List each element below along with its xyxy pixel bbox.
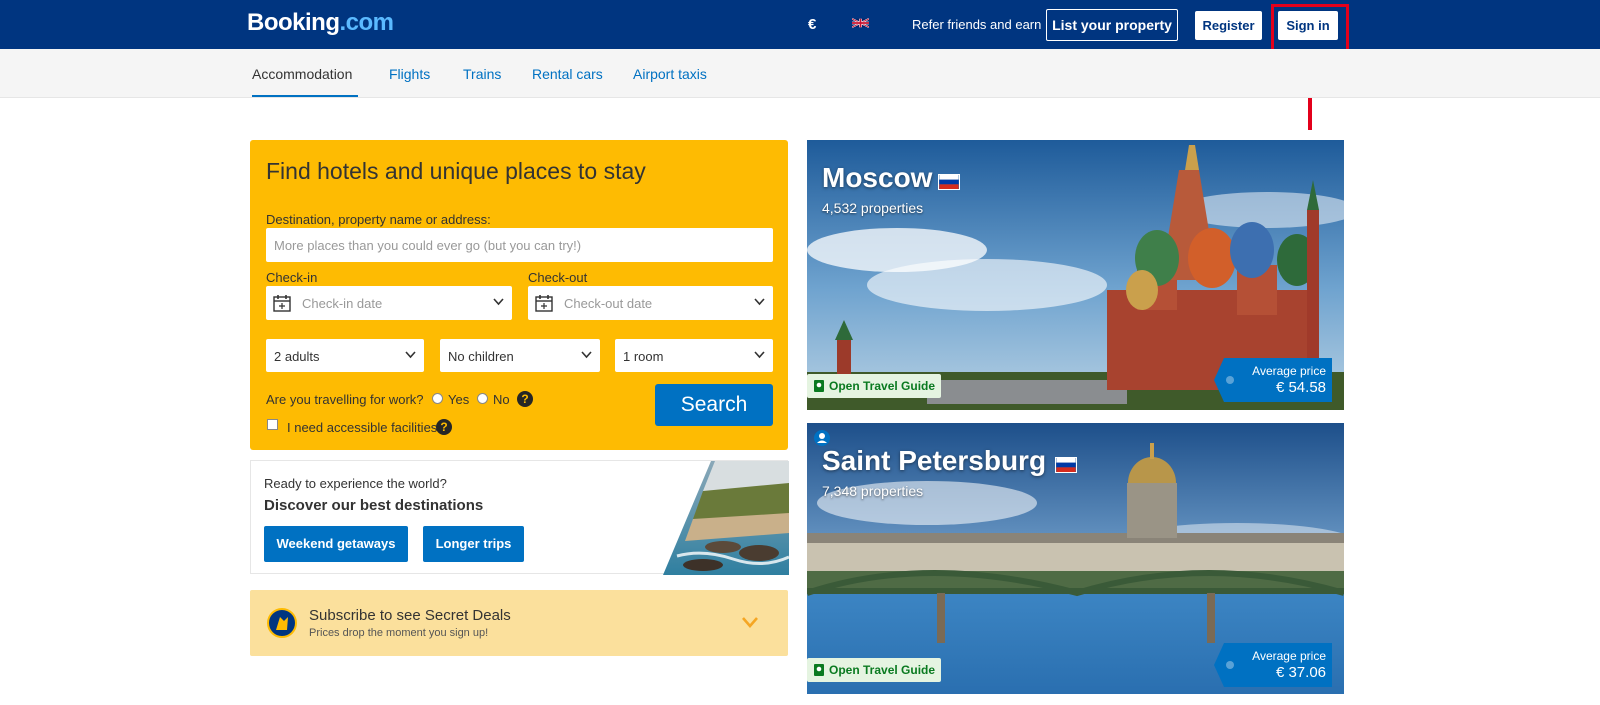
travel-guide-icon	[814, 380, 824, 392]
logo-tld: .com	[339, 9, 395, 36]
refer-friends-link[interactable]: Refer friends and earn	[912, 17, 1041, 32]
average-price-label: Average price	[1252, 649, 1326, 663]
accessible-label: I need accessible facilities	[287, 420, 438, 435]
travel-guide-icon	[814, 664, 824, 676]
destination-input[interactable]: More places than you could ever go (but …	[266, 228, 773, 262]
top-header: Booking.com € Refer friends and earn Lis…	[0, 0, 1600, 49]
chevron-down-icon	[754, 351, 765, 359]
destination-label: Destination, property name or address:	[266, 212, 491, 227]
average-price-tag: Average price € 54.58	[1214, 358, 1332, 402]
search-button[interactable]: Search	[655, 384, 773, 426]
calendar-icon	[273, 295, 291, 312]
checkout-placeholder: Check-out date	[564, 296, 653, 311]
list-property-button[interactable]: List your property	[1046, 9, 1178, 41]
chevron-down-icon	[754, 298, 765, 306]
longer-trips-button[interactable]: Longer trips	[423, 526, 524, 562]
help-icon[interactable]: ?	[517, 391, 533, 407]
average-price-label: Average price	[1252, 364, 1326, 378]
tab-flights[interactable]: Flights	[389, 66, 430, 82]
search-title: Find hotels and unique places to stay	[266, 158, 646, 184]
booking-logo[interactable]: Booking.com	[247, 9, 394, 37]
destination-placeholder: More places than you could ever go (but …	[274, 238, 582, 253]
adults-value: 2 adults	[274, 349, 320, 364]
adults-select[interactable]: 2 adults	[266, 339, 424, 372]
destinations-title: Discover our best destinations	[264, 497, 484, 514]
travel-guide-label: Open Travel Guide	[829, 379, 936, 393]
tab-rental-cars[interactable]: Rental cars	[532, 66, 603, 82]
product-nav: Accommodation Flights Trains Rental cars…	[0, 49, 1600, 98]
calendar-icon	[535, 295, 553, 312]
secret-deals-title: Subscribe to see Secret Deals	[309, 607, 511, 624]
rooms-select[interactable]: 1 room	[615, 339, 773, 372]
russia-flag-icon	[938, 174, 960, 190]
currency-selector[interactable]: €	[808, 16, 816, 33]
accessible-checkbox[interactable]	[267, 419, 278, 430]
price-tag-notch	[1214, 643, 1224, 687]
property-count: 7,348 properties	[822, 483, 924, 499]
average-price-value: € 37.06	[1275, 664, 1326, 681]
average-price-tag: Average price € 37.06	[1214, 643, 1332, 687]
register-button[interactable]: Register	[1195, 11, 1262, 40]
open-travel-guide-button[interactable]: Open Travel Guide	[807, 374, 942, 398]
secret-deals-card[interactable]: Subscribe to see Secret Deals Prices dro…	[250, 590, 788, 656]
city-name: Moscow	[822, 162, 933, 193]
secret-deals-icon	[267, 608, 297, 638]
destinations-pretitle: Ready to experience the world?	[264, 476, 447, 491]
chevron-down-icon[interactable]	[742, 617, 758, 628]
chevron-down-icon	[581, 351, 592, 359]
tab-accommodation[interactable]: Accommodation	[252, 66, 352, 82]
chevron-down-icon	[493, 298, 504, 306]
checkin-field[interactable]: Check-in date	[266, 286, 512, 320]
city-card-moscow[interactable]: Moscow 4,532 properties Open Travel Guid…	[807, 140, 1344, 410]
russia-flag-icon	[1055, 457, 1077, 473]
help-icon[interactable]: ?	[436, 419, 452, 435]
city-card-saint-petersburg[interactable]: Saint Petersburg 7,348 properties Open T…	[807, 423, 1344, 694]
price-tag-hole	[1226, 661, 1234, 669]
chevron-down-icon	[405, 351, 416, 359]
price-tag-hole	[1226, 376, 1234, 384]
work-yes-label: Yes	[448, 392, 470, 407]
price-tag-notch	[1214, 358, 1224, 402]
checkout-field[interactable]: Check-out date	[528, 286, 773, 320]
coastline-image	[663, 461, 789, 575]
city-name: Saint Petersburg	[822, 445, 1047, 476]
secret-deals-text: Prices drop the moment you sign up!	[309, 627, 489, 639]
uk-flag-icon[interactable]	[852, 17, 869, 29]
work-travel-question: Are you travelling for work?	[266, 392, 424, 407]
checkin-placeholder: Check-in date	[302, 296, 383, 311]
property-count: 4,532 properties	[822, 200, 924, 216]
work-no-radio[interactable]	[477, 393, 488, 404]
checkout-label: Check-out	[528, 270, 588, 285]
tab-airport-taxis[interactable]: Airport taxis	[633, 66, 707, 82]
active-tab-indicator	[252, 95, 358, 97]
weekend-getaways-button[interactable]: Weekend getaways	[264, 526, 408, 562]
work-yes-radio[interactable]	[432, 393, 443, 404]
checkin-label: Check-in	[266, 270, 318, 285]
children-select[interactable]: No children	[440, 339, 600, 372]
rooms-value: 1 room	[623, 349, 664, 364]
search-panel: Find hotels and unique places to stay De…	[250, 140, 788, 450]
open-travel-guide-button[interactable]: Open Travel Guide	[807, 658, 942, 682]
work-no-label: No	[493, 392, 510, 407]
destinations-card: Ready to experience the world? Discover …	[250, 460, 789, 575]
travel-guide-label: Open Travel Guide	[829, 663, 936, 677]
logo-text: Booking	[247, 9, 340, 36]
average-price-value: € 54.58	[1275, 379, 1326, 396]
children-value: No children	[448, 349, 514, 364]
tab-trains[interactable]: Trains	[463, 66, 501, 82]
